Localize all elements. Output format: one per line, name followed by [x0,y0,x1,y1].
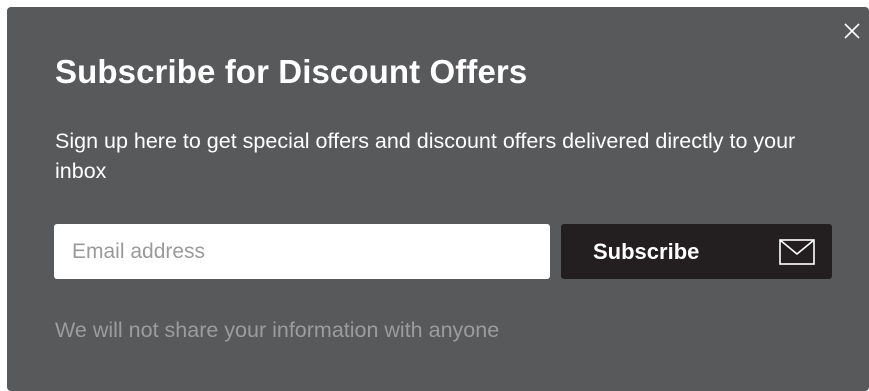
close-button[interactable] [842,21,862,41]
email-input[interactable] [54,224,550,279]
subscribe-modal: Subscribe for Discount Offers Sign up he… [7,7,869,391]
modal-title: Subscribe for Discount Offers [55,53,528,90]
modal-description: Sign up here to get special offers and d… [55,129,796,183]
envelope-icon [779,239,815,265]
subscribe-button[interactable]: Subscribe [561,224,832,279]
close-icon [844,23,860,39]
subscribe-button-label: Subscribe [593,239,700,264]
privacy-disclaimer: We will not share your information with … [55,318,500,342]
